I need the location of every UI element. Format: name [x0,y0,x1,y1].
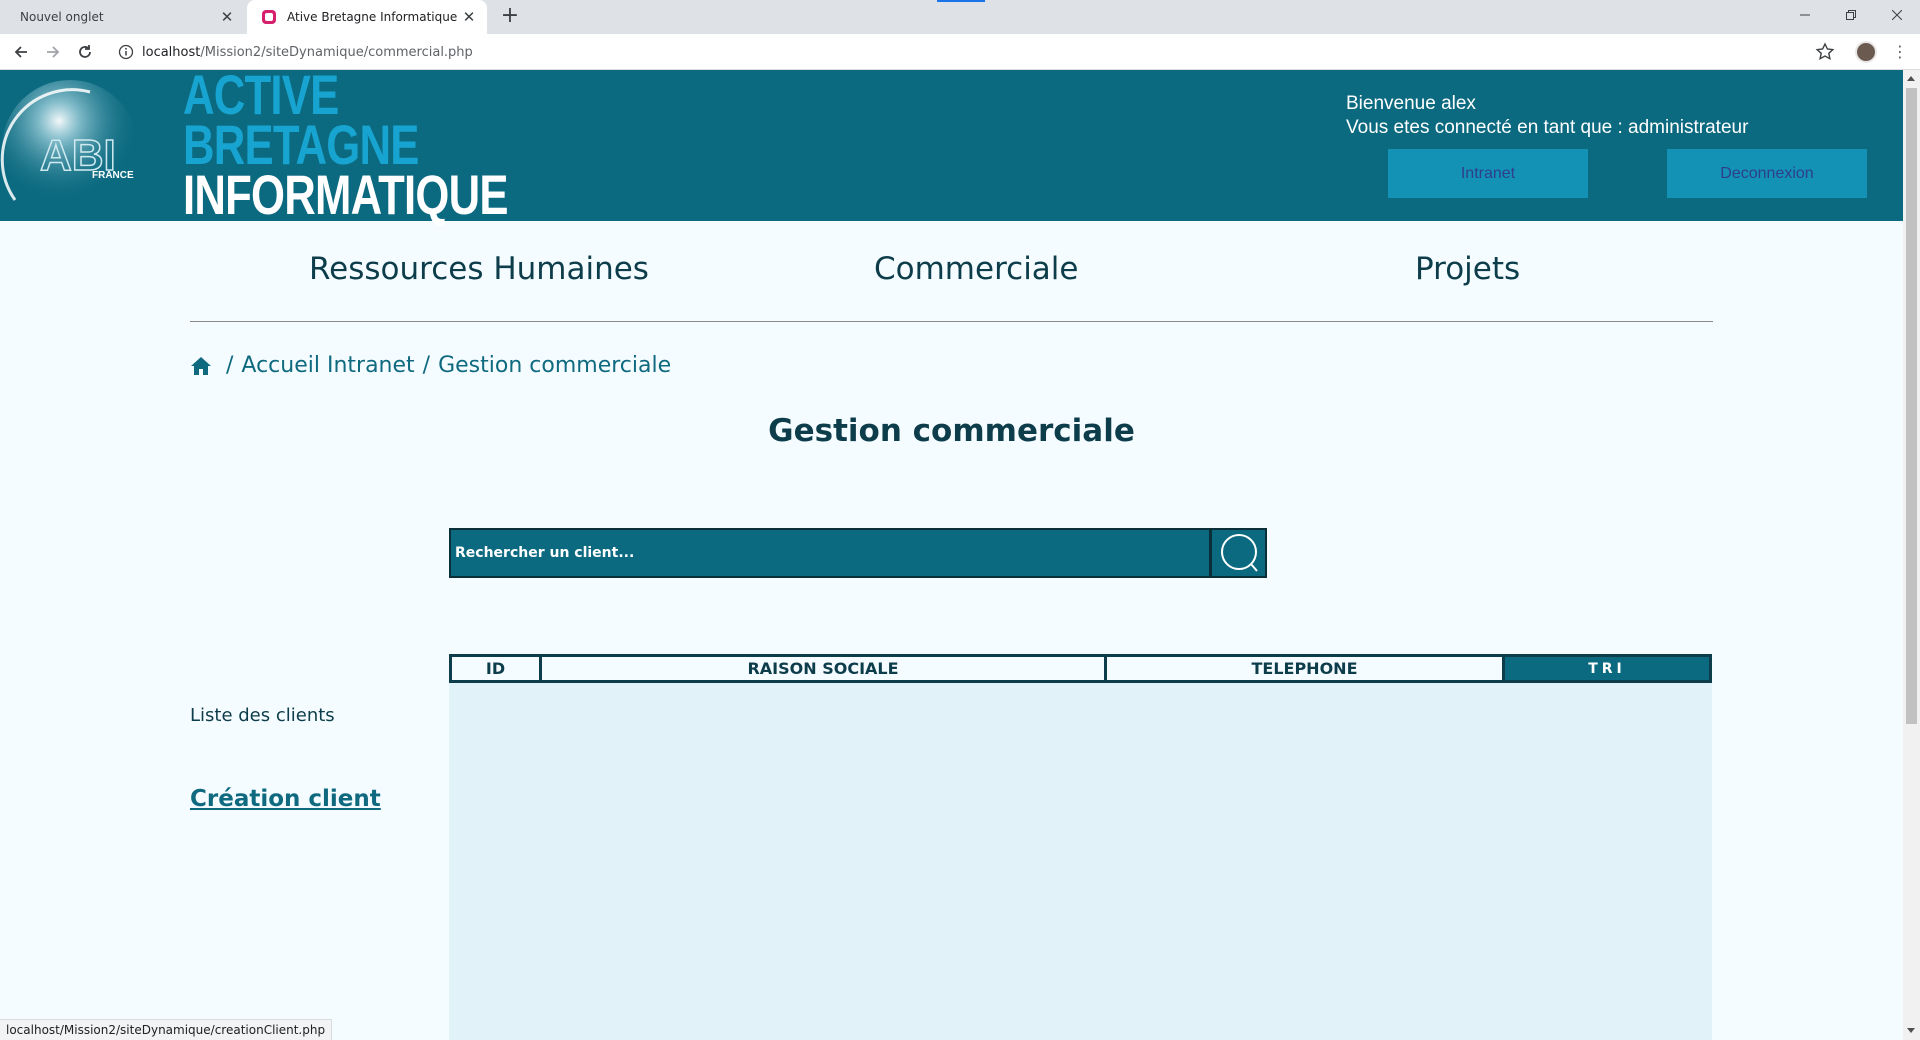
url-host: localhost [142,44,201,60]
sort-button[interactable]: TRI [1505,657,1709,680]
window-close-button[interactable] [1874,0,1920,30]
main-nav: Ressources Humaines Commerciale Projets [190,221,1713,322]
breadcrumb: / Accueil Intranet / Gestion commerciale [190,353,671,378]
breadcrumb-home-link[interactable]: Accueil Intranet [241,353,414,378]
column-header-raison-sociale: RAISON SOCIALE [542,657,1107,680]
restore-button[interactable] [1828,0,1874,30]
info-icon[interactable] [118,44,134,60]
new-tab-button[interactable]: + [498,5,522,29]
nav-item-commerciale[interactable]: Commerciale [874,251,1078,287]
tab-new-tab[interactable]: Nouvel onglet ✕ [0,0,245,34]
reload-icon [79,45,91,58]
welcome-role: Vous etes connecté en tant que : adminis… [1346,117,1749,138]
table-header: ID RAISON SOCIALE TELEPHONE TRI [449,654,1712,683]
forward-button[interactable] [41,40,65,64]
close-icon [1892,10,1902,20]
page-title: Gestion commerciale [768,413,1135,449]
breadcrumb-separator: / [226,353,234,378]
tab-active-site[interactable]: Ative Bretagne Informatique ✕ [247,0,487,34]
logo-subtext: FRANCE [92,170,134,181]
scroll-up-icon[interactable] [1907,76,1915,81]
site-header: ABI FRANCE ACTIVE BRETAGNE INFORMATIQUE … [0,67,1903,226]
arrow-left-icon [14,46,27,58]
nav-item-projets[interactable]: Projets [1415,251,1520,287]
status-bar-url: localhost/Mission2/siteDynamique/creatio… [0,1019,333,1040]
back-button[interactable] [9,40,33,64]
abi-logo: ABI FRANCE [0,80,138,216]
scrollbar-thumb[interactable] [1906,88,1917,724]
column-header-telephone: TELEPHONE [1107,657,1505,680]
bookmark-star-icon[interactable] [1815,42,1835,62]
brand-wordmark: ACTIVE BRETAGNE INFORMATIQUE [183,67,508,226]
column-header-id: ID [452,657,542,680]
minimize-button[interactable] [1782,0,1828,30]
reload-button[interactable] [73,40,97,64]
scroll-down-icon[interactable] [1907,1028,1915,1033]
client-search: Rechercher un client... [449,528,1267,578]
welcome-message: Bienvenue alex Vous etes connecté en tan… [1346,92,1748,140]
restore-icon [1846,10,1856,20]
clients-table: ID RAISON SOCIALE TELEPHONE TRI [449,654,1712,1040]
minimize-icon [1800,14,1810,16]
create-client-link[interactable]: Création client [190,786,381,812]
tab-title: Nouvel onglet [20,10,104,24]
logout-button[interactable]: Deconnexion [1667,149,1867,198]
home-icon[interactable] [190,355,212,377]
search-icon [1220,534,1258,572]
breadcrumb-current: Gestion commerciale [438,353,672,378]
arrow-right-icon [47,46,60,58]
nav-item-ressources-humaines[interactable]: Ressources Humaines [309,251,649,287]
breadcrumb-separator: / [422,353,431,378]
tab-title: Ative Bretagne Informatique [287,10,458,24]
welcome-user: Bienvenue alex [1346,93,1476,114]
profile-avatar[interactable] [1855,41,1877,63]
site-favicon-icon [262,10,276,24]
url-path: /Mission2/siteDynamique/commercial.php [200,44,473,60]
intranet-button[interactable]: Intranet [1388,149,1588,198]
tab-indicator [937,0,985,2]
search-button[interactable] [1210,528,1267,578]
close-icon[interactable]: ✕ [461,9,477,25]
page-scrollbar[interactable] [1903,70,1920,1040]
close-icon[interactable]: ✕ [219,9,235,25]
menu-kebab-icon[interactable]: ⋮ [1890,43,1910,61]
brand-line-3: INFORMATIQUE [183,163,508,226]
address-bar[interactable]: localhost/Mission2/siteDynamique/commerc… [112,37,1832,67]
client-list-label[interactable]: Liste des clients [190,705,335,726]
search-input[interactable]: Rechercher un client... [449,528,1211,578]
browser-tabstrip: Nouvel onglet ✕ Ative Bretagne Informati… [0,0,1920,34]
